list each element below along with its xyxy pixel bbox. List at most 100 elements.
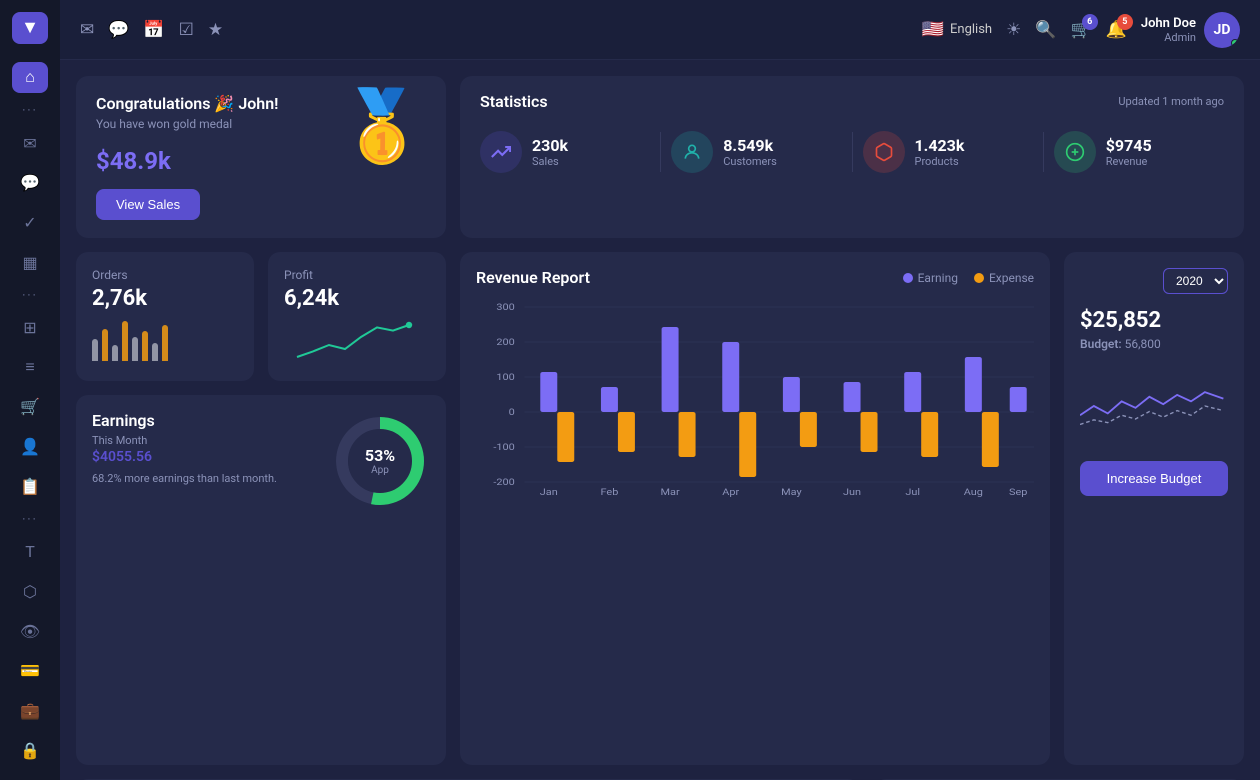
sidebar-item-mail[interactable]: ✉ [12,127,48,159]
earnings-text: Earnings This Month $4055.56 68.2% more … [92,411,277,486]
sidebar-item-home[interactable]: ⌂ [12,62,48,94]
revenue-legend: Earning Expense [903,271,1034,285]
sidebar-item-eye[interactable]: 👁 [12,615,48,647]
svg-text:-100: -100 [493,443,515,453]
donut-sub: App [365,465,395,476]
topbar-nav-icons: ✉ 💬 📅 ☑ ★ [80,20,906,40]
orders-label: Orders [92,268,238,282]
bar-5 [132,337,138,361]
row-1: 🥇 Congratulations 🎉 John! You have won g… [76,76,1244,238]
customers-icon [671,131,713,173]
notification-badge: 5 [1117,14,1133,30]
sidebar-item-grid[interactable]: ⊞ [12,312,48,344]
products-value: 1.423k [915,136,965,155]
avatar[interactable]: JD [1204,12,1240,48]
sidebar-item-briefcase[interactable]: 💼 [12,695,48,727]
svg-text:May: May [781,488,802,497]
theme-icon[interactable]: ☀ [1006,20,1021,40]
stat-divider-2 [852,132,853,172]
sidebar-item-check[interactable]: ✓ [12,207,48,239]
search-icon[interactable]: 🔍 [1035,20,1056,40]
revenue-header: Revenue Report Earning Expense [476,268,1034,287]
sidebar-item-cart[interactable]: 🛒 [12,391,48,423]
topbar-right: 🇺🇸 English ☀ 🔍 🛒 6 🔔 5 John Doe Admin JD [922,12,1240,48]
earnings-donut: 53% App [330,411,430,511]
bar-8 [162,325,168,361]
user-role: Admin [1141,31,1196,44]
sidebar-item-flask[interactable]: ⬡ [12,576,48,608]
topbar: ✉ 💬 📅 ☑ ★ 🇺🇸 English ☀ 🔍 🛒 6 🔔 5 [60,0,1260,60]
sidebar-item-user[interactable]: 👤 [12,431,48,463]
sidebar-dots-2: ··· [22,288,37,302]
stat-customers-text: 8.549k Customers [723,136,777,168]
stat-products-text: 1.423k Products [915,136,965,168]
earnings-month: This Month [92,434,277,447]
sidebar-item-text[interactable]: T [12,536,48,568]
expense-label: Expense [989,271,1034,285]
sidebar-item-calendar[interactable]: ▦ [12,246,48,278]
svg-text:Feb: Feb [601,488,619,497]
stat-sales: 230k Sales [480,131,650,173]
task-icon[interactable]: ☑ [179,20,194,40]
profit-value: 6,24k [284,286,430,311]
user-name: John Doe [1141,16,1196,31]
sidebar-item-report[interactable]: 📋 [12,470,48,502]
language-selector[interactable]: 🇺🇸 English [922,19,992,40]
calendar-icon[interactable]: 📅 [143,20,164,40]
stat-revenue-text: $9745 Revenue [1106,136,1152,168]
bar-7 [152,343,158,361]
sidebar-logo[interactable]: ▼ [12,12,48,44]
sidebar-item-card[interactable]: 💳 [12,655,48,687]
budget-chart [1080,371,1228,441]
orders-profit-earnings-col: Orders 2,76k [76,252,446,765]
increase-budget-button[interactable]: Increase Budget [1080,461,1228,496]
sidebar-item-chat[interactable]: 💬 [12,167,48,199]
earnings-note: 68.2% more earnings than last month. [92,471,277,486]
sales-value: 230k [532,136,568,155]
online-dot [1231,39,1239,47]
user-profile[interactable]: John Doe Admin JD [1141,12,1240,48]
stat-sales-text: 230k Sales [532,136,568,168]
view-sales-button[interactable]: View Sales [96,189,200,220]
revenue-title: Revenue Report [476,268,590,287]
sidebar: ▼ ⌂ ··· ✉ 💬 ✓ ▦ ··· ⊞ ≡ 🛒 👤 📋 ··· T ⬡ 👁 … [0,0,60,780]
stat-revenue: $9745 Revenue [1054,131,1224,173]
cart-icon[interactable]: 🛒 6 [1070,20,1091,40]
svg-text:300: 300 [496,303,515,313]
sidebar-item-lock[interactable]: 🔒 [12,734,48,766]
star-icon[interactable]: ★ [208,20,223,40]
revenue-label: Revenue [1106,155,1152,168]
orders-card: Orders 2,76k [76,252,254,381]
cart-badge: 6 [1082,14,1098,30]
bar-6 [142,331,148,361]
donut-percent: 53% [365,446,395,465]
statistics-header: Statistics Updated 1 month ago [480,92,1224,111]
revenue-card: Revenue Report Earning Expense [460,252,1050,765]
stat-divider-1 [660,132,661,172]
year-selector[interactable]: 2020 2021 2022 [1163,268,1228,294]
products-label: Products [915,155,965,168]
svg-text:Sep: Sep [1009,488,1028,497]
earnings-amount: $4055.56 [92,449,277,465]
mail-icon[interactable]: ✉ [80,20,94,40]
earning-label: Earning [918,271,958,285]
chat-icon[interactable]: 💬 [108,20,129,40]
earnings-card: Earnings This Month $4055.56 68.2% more … [76,395,446,765]
profit-card: Profit 6,24k [268,252,446,381]
sidebar-item-doc[interactable]: ≡ [12,351,48,383]
statistics-card: Statistics Updated 1 month ago 230k Sale… [460,76,1244,238]
profit-label: Profit [284,268,430,282]
products-icon [863,131,905,173]
sales-icon [480,131,522,173]
svg-text:Jun: Jun [843,488,861,497]
bar-4 [122,321,128,361]
stat-divider-3 [1043,132,1044,172]
notification-icon[interactable]: 🔔 5 [1106,20,1127,40]
congratulations-card: 🥇 Congratulations 🎉 John! You have won g… [76,76,446,238]
orders-chart [92,321,238,361]
budget-label: Budget: 56,800 [1080,337,1228,351]
statistics-updated: Updated 1 month ago [1118,95,1224,108]
svg-text:Jul: Jul [905,488,920,497]
svg-text:Aug: Aug [964,488,983,497]
budget-card: 2020 2021 2022 $25,852 Budget: 56,800 In… [1064,252,1244,765]
